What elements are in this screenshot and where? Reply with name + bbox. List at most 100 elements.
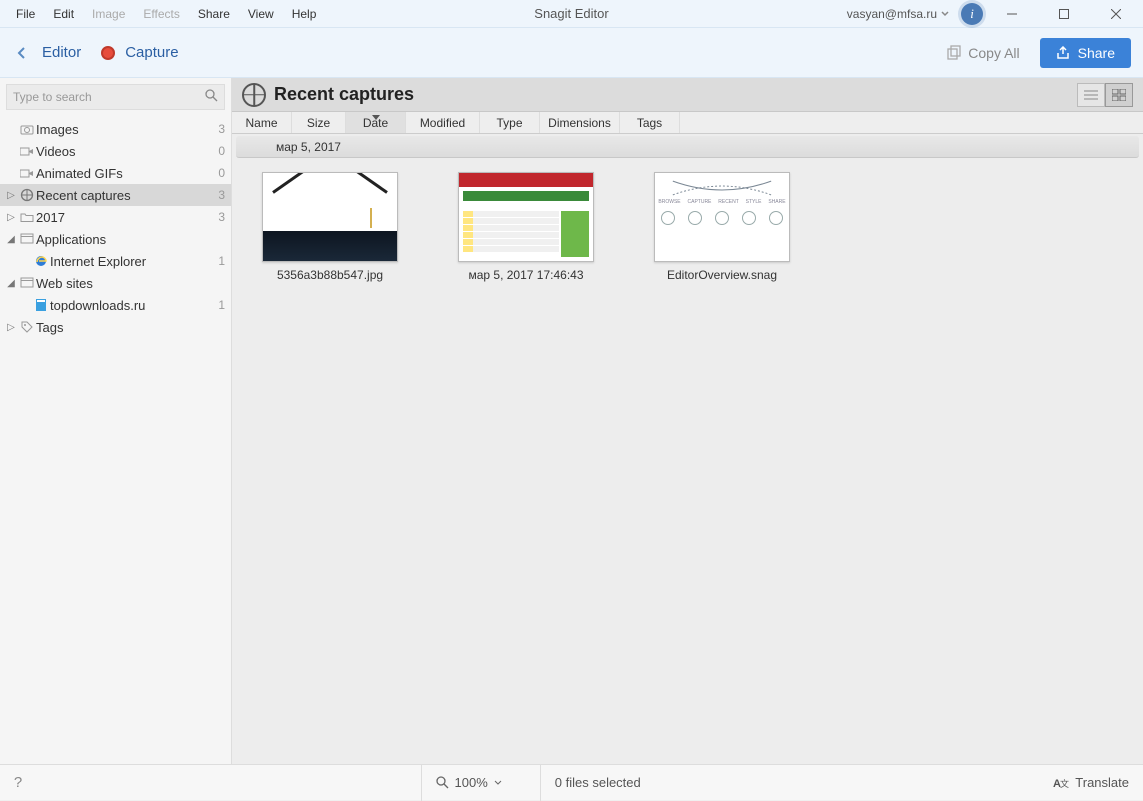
minimize-button[interactable]	[989, 0, 1035, 28]
translate-icon: A文	[1053, 776, 1069, 790]
toolbar: Editor Capture Copy All Share	[0, 28, 1143, 78]
app-title: Snagit Editor	[534, 6, 608, 21]
selection-text: 0 files selected	[555, 775, 641, 790]
column-name[interactable]: Name	[232, 112, 292, 133]
tree-label: Images	[36, 122, 218, 137]
sidebar: Images3Videos0Animated GIFs0▷Recent capt…	[0, 78, 232, 764]
camera-icon	[18, 124, 36, 135]
expand-icon[interactable]: ◢	[4, 234, 18, 245]
app-icon	[18, 233, 36, 245]
tree-count: 0	[218, 166, 225, 180]
tree-label: 2017	[36, 210, 218, 225]
info-icon[interactable]: i	[961, 3, 983, 25]
menu-share[interactable]: Share	[190, 3, 238, 25]
thumbnails: 5356a3b88b547.jpg мар 5, 2017 17:46:43 BRO…	[232, 160, 1143, 294]
menu-image: Image	[84, 3, 133, 25]
date-group-label: мар 5, 2017	[276, 140, 341, 154]
chevron-down-icon	[941, 10, 949, 18]
thumbnail[interactable]: мар 5, 2017 17:46:43	[456, 172, 596, 282]
column-header: NameSizeDateModifiedTypeDimensionsTags	[232, 112, 1143, 134]
user-email-text: vasyan@mfsa.ru	[847, 7, 937, 21]
copy-all-label: Copy All	[968, 45, 1019, 61]
main-title: Recent captures	[274, 84, 414, 105]
ie-icon	[32, 254, 50, 268]
expand-icon[interactable]: ◢	[4, 278, 18, 289]
thumbnail-caption: 5356a3b88b547.jpg	[277, 268, 383, 282]
user-email[interactable]: vasyan@mfsa.ru	[847, 7, 955, 21]
globe-icon	[18, 188, 36, 202]
column-dimensions[interactable]: Dimensions	[540, 112, 620, 133]
date-group[interactable]: мар 5, 2017	[236, 136, 1139, 158]
tree-item-internet-explorer[interactable]: Internet Explorer1	[0, 250, 231, 272]
menu-edit[interactable]: Edit	[45, 3, 82, 25]
column-tags[interactable]: Tags	[620, 112, 680, 133]
tree-item-topdownloads.ru[interactable]: topdownloads.ru1	[0, 294, 231, 316]
tree-count: 3	[218, 188, 225, 202]
maximize-button[interactable]	[1041, 0, 1087, 28]
share-icon	[1056, 46, 1070, 60]
help-button[interactable]: ?	[0, 774, 36, 791]
zoom-control[interactable]: 100%	[421, 765, 516, 801]
tree-count: 3	[218, 210, 225, 224]
translate-button[interactable]: A文 Translate	[1039, 775, 1143, 790]
video-icon	[18, 168, 36, 179]
selection-status: 0 files selected	[540, 765, 655, 801]
app-icon	[18, 277, 36, 289]
grid-view-button[interactable]	[1105, 83, 1133, 107]
tree-label: Tags	[36, 320, 225, 335]
menu-help[interactable]: Help	[284, 3, 325, 25]
tree-item-tags[interactable]: ▷ Tags	[0, 316, 231, 338]
copy-icon	[946, 45, 962, 61]
back-button[interactable]	[12, 43, 32, 63]
folder-icon	[18, 212, 36, 223]
capture-mode-label[interactable]: Capture	[125, 44, 178, 61]
site-icon	[32, 298, 50, 312]
thumbnail-caption: мар 5, 2017 17:46:43	[468, 268, 583, 282]
share-button[interactable]: Share	[1040, 38, 1131, 68]
tree-item-recent-captures[interactable]: ▷Recent captures3	[0, 184, 231, 206]
column-date[interactable]: Date	[346, 112, 406, 133]
tree-label: Videos	[36, 144, 218, 159]
menu-bar: FileEditImageEffectsShareViewHelp	[0, 3, 324, 25]
tree-item-videos[interactable]: Videos0	[0, 140, 231, 162]
tree-count: 1	[218, 254, 225, 268]
column-type[interactable]: Type	[480, 112, 540, 133]
thumbnail[interactable]: 5356a3b88b547.jpg	[260, 172, 400, 282]
tag-icon	[18, 320, 36, 334]
tree-label: Web sites	[36, 276, 225, 291]
tree-label: Applications	[36, 232, 225, 247]
expand-icon[interactable]: ▷	[4, 190, 18, 201]
column-modified[interactable]: Modified	[406, 112, 480, 133]
tree-item-images[interactable]: Images3	[0, 118, 231, 140]
tree-count: 3	[218, 122, 225, 136]
tree-item-2017[interactable]: ▷ 20173	[0, 206, 231, 228]
thumbnail-caption: EditorOverview.snag	[667, 268, 777, 282]
search-box[interactable]	[6, 84, 225, 110]
copy-all-button[interactable]: Copy All	[936, 39, 1029, 67]
tree-item-web-sites[interactable]: ◢ Web sites	[0, 272, 231, 294]
tree-item-animated-gifs[interactable]: Animated GIFs0	[0, 162, 231, 184]
expand-icon[interactable]: ▷	[4, 322, 18, 333]
tree: Images3Videos0Animated GIFs0▷Recent capt…	[0, 116, 231, 764]
menu-view[interactable]: View	[240, 3, 282, 25]
tree-item-applications[interactable]: ◢ Applications	[0, 228, 231, 250]
titlebar: FileEditImageEffectsShareViewHelp Snagit…	[0, 0, 1143, 28]
list-view-button[interactable]	[1077, 83, 1105, 107]
tree-label: Animated GIFs	[36, 166, 218, 181]
thumbnail[interactable]: BROWSECAPTURERECENTSTYLESHAREEditorOverv…	[652, 172, 792, 282]
globe-icon	[242, 83, 266, 107]
tree-count: 0	[218, 144, 225, 158]
column-size[interactable]: Size	[292, 112, 346, 133]
tree-count: 1	[218, 298, 225, 312]
editor-mode-label[interactable]: Editor	[42, 44, 81, 61]
menu-file[interactable]: File	[8, 3, 43, 25]
search-icon[interactable]	[205, 89, 218, 105]
translate-label: Translate	[1075, 775, 1129, 790]
close-button[interactable]	[1093, 0, 1139, 28]
main-header: Recent captures	[232, 78, 1143, 112]
tree-label: Internet Explorer	[50, 254, 218, 269]
expand-icon[interactable]: ▷	[4, 212, 18, 223]
search-input[interactable]	[13, 90, 205, 104]
svg-text:文: 文	[1060, 778, 1069, 789]
video-icon	[18, 146, 36, 157]
